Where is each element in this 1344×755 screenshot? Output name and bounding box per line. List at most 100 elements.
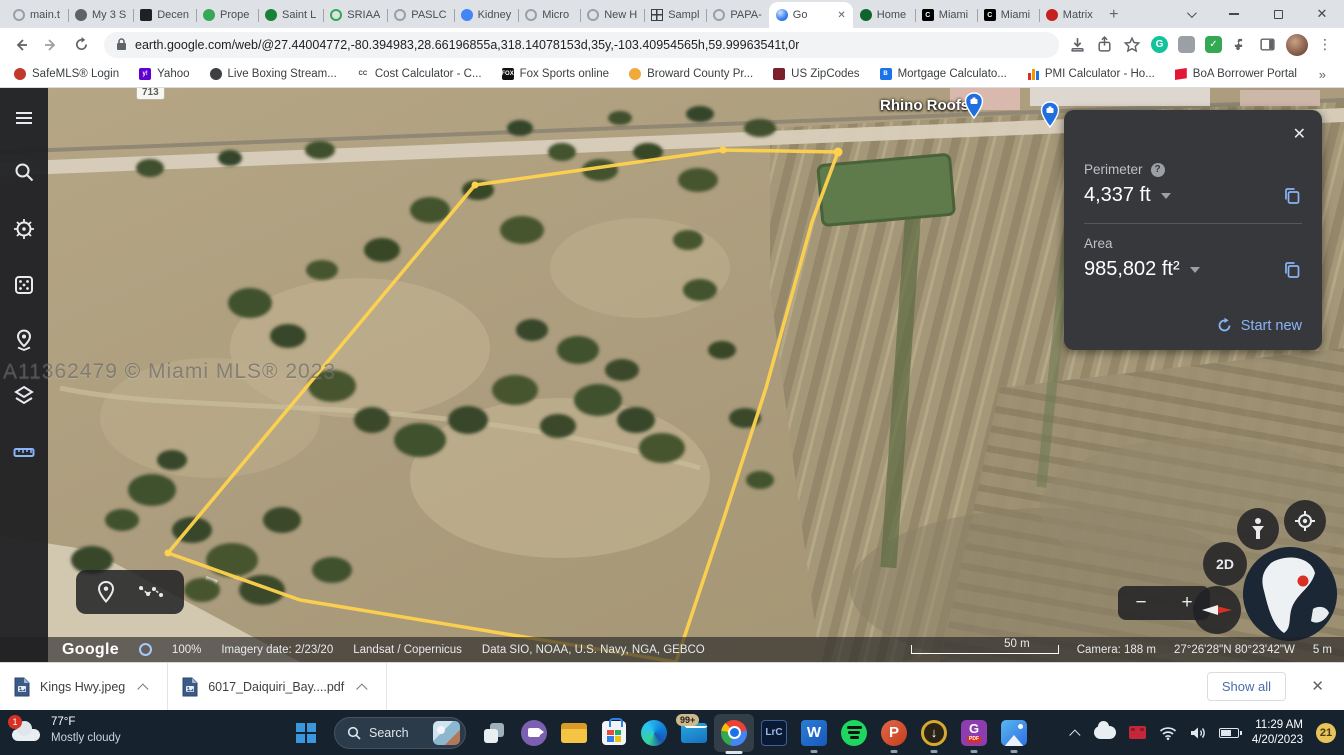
downloader-button[interactable]: ↓ xyxy=(914,710,954,755)
copy-icon[interactable] xyxy=(1282,186,1302,206)
projects-pin-icon[interactable] xyxy=(12,328,36,352)
tab-search-icon[interactable] xyxy=(1168,0,1212,28)
panel-close-icon[interactable]: ✕ xyxy=(1293,124,1306,144)
zoom-out-button[interactable]: − xyxy=(1118,592,1164,614)
maximize-button[interactable] xyxy=(1256,0,1300,28)
browser-tab[interactable]: Home ✕ xyxy=(853,2,915,28)
copy-icon[interactable] xyxy=(1282,260,1302,280)
search-icon[interactable] xyxy=(12,160,36,184)
edge-button[interactable] xyxy=(634,710,674,755)
battery-icon[interactable] xyxy=(1219,728,1239,738)
side-panel-icon[interactable] xyxy=(1259,36,1276,53)
globe-overview-button[interactable] xyxy=(1243,547,1337,641)
start-new-button[interactable]: Start new xyxy=(1216,317,1302,334)
browser-tab[interactable]: New H ✕ xyxy=(580,2,644,28)
browser-tab[interactable]: Matrix ✕ xyxy=(1039,2,1101,28)
recorder-tray-icon[interactable] xyxy=(1129,726,1146,739)
grammarly-extension-icon[interactable]: G xyxy=(1151,36,1168,53)
compass-button[interactable] xyxy=(1193,586,1241,634)
file-explorer-button[interactable] xyxy=(554,710,594,755)
show-all-downloads-button[interactable]: Show all xyxy=(1207,672,1286,701)
bookmark-item[interactable]: PMI Calculator - Ho... xyxy=(1027,68,1155,80)
browser-tab[interactable]: main.t ✕ xyxy=(6,2,68,28)
browser-tab[interactable]: Decen ✕ xyxy=(133,2,196,28)
start-button[interactable] xyxy=(286,710,326,755)
address-bar[interactable]: earth.google.com/web/@27.44004772,-80.39… xyxy=(104,32,1059,58)
word-button[interactable]: W xyxy=(794,710,834,755)
lightroom-button[interactable]: LrC xyxy=(754,710,794,755)
browser-tab[interactable]: Micro ✕ xyxy=(518,2,580,28)
bookmark-item[interactable]: y! Yahoo xyxy=(139,68,189,80)
pdf-app-button[interactable]: GPDF xyxy=(954,710,994,755)
browser-tab[interactable]: PASLC ✕ xyxy=(387,2,453,28)
volume-icon[interactable] xyxy=(1190,726,1206,740)
chat-button[interactable] xyxy=(514,710,554,755)
notification-count-badge[interactable]: 21 xyxy=(1316,723,1336,743)
wifi-icon[interactable] xyxy=(1159,726,1177,740)
new-tab-button[interactable]: + xyxy=(1101,2,1127,28)
browser-tab[interactable]: SRIAA ✕ xyxy=(323,2,387,28)
powerpoint-button[interactable]: P xyxy=(874,710,914,755)
bookmark-item[interactable]: B Mortgage Calculato... xyxy=(880,68,1007,80)
browser-tab[interactable]: Prope ✕ xyxy=(196,2,258,28)
taskbar-search-box[interactable]: Search xyxy=(334,717,466,749)
mail-button[interactable]: 99+ xyxy=(674,710,714,755)
my-location-button[interactable] xyxy=(1284,500,1326,542)
business-pin-icon[interactable] xyxy=(1040,101,1060,128)
close-button[interactable]: ✕ xyxy=(1300,0,1344,28)
map-style-layers-icon[interactable] xyxy=(12,384,36,408)
minimize-button[interactable] xyxy=(1212,0,1256,28)
tray-clock[interactable]: 11:29 AM 4/20/2023 xyxy=(1252,718,1303,748)
downloads-bar-close-icon[interactable]: ✕ xyxy=(1311,677,1324,695)
measure-ruler-icon[interactable] xyxy=(12,440,36,464)
tab-close-icon[interactable]: ✕ xyxy=(837,10,845,21)
browser-tab[interactable]: Kidney ✕ xyxy=(454,2,519,28)
earth-map-viewport[interactable]: A11362479 © Miami MLS® 2023 713 Rhino Ro… xyxy=(0,88,1344,662)
browser-tab[interactable]: C Miami ✕ xyxy=(915,2,977,28)
bing-daily-image[interactable] xyxy=(433,721,460,745)
download-page-icon[interactable] xyxy=(1069,36,1086,53)
back-button[interactable] xyxy=(8,32,34,58)
unit-dropdown-icon[interactable] xyxy=(1161,193,1171,199)
bookmark-item[interactable]: CC Cost Calculator - C... xyxy=(357,68,482,80)
bookmark-item[interactable]: US ZipCodes xyxy=(773,68,859,80)
profile-avatar[interactable] xyxy=(1286,34,1308,56)
microsoft-store-button[interactable] xyxy=(594,710,634,755)
browser-tab[interactable]: C Miami ✕ xyxy=(977,2,1039,28)
2d-mode-button[interactable]: 2D xyxy=(1203,542,1247,586)
add-placemark-icon[interactable] xyxy=(96,580,116,604)
bookmark-star-icon[interactable] xyxy=(1123,36,1141,54)
onedrive-icon[interactable] xyxy=(1094,726,1116,739)
browser-tab[interactable]: My 3 S ✕ xyxy=(68,2,133,28)
menu-icon[interactable] xyxy=(12,106,36,130)
bookmark-item[interactable]: SafeMLS® Login xyxy=(14,68,119,80)
draw-path-icon[interactable] xyxy=(138,582,164,602)
chrome-button[interactable] xyxy=(714,714,754,752)
forward-button[interactable] xyxy=(38,32,64,58)
bookmarks-overflow-icon[interactable]: » xyxy=(1319,67,1330,82)
voyager-icon[interactable] xyxy=(12,217,36,241)
task-view-button[interactable] xyxy=(474,710,514,755)
feeling-lucky-dice-icon[interactable] xyxy=(12,273,36,297)
extensions-puzzle-icon[interactable] xyxy=(1232,36,1249,53)
bookmark-item[interactable]: FOX Fox Sports online xyxy=(502,68,610,80)
reload-button[interactable] xyxy=(68,32,94,58)
extension-icon[interactable] xyxy=(1178,36,1195,53)
bookmark-item[interactable]: BoA Borrower Portal xyxy=(1175,68,1297,80)
download-item[interactable]: 6017_Daiquiri_Bay....pdf xyxy=(168,663,386,710)
checkmark-extension-icon[interactable]: ✓ xyxy=(1205,36,1222,53)
pegman-streetview-button[interactable] xyxy=(1237,508,1279,550)
download-item[interactable]: Kings Hwy.jpeg xyxy=(0,663,167,710)
spotify-button[interactable] xyxy=(834,710,874,755)
weather-widget[interactable]: 1 77°F Mostly cloudy xyxy=(10,715,121,746)
download-menu-icon[interactable] xyxy=(356,683,367,694)
browser-tab[interactable]: Saint L ✕ xyxy=(258,2,323,28)
tray-overflow-icon[interactable] xyxy=(1069,729,1080,740)
help-icon[interactable]: ? xyxy=(1151,163,1165,177)
browser-tab[interactable]: PAPA- ✕ xyxy=(706,2,768,28)
browser-tab[interactable]: Go ✕ xyxy=(769,2,853,28)
place-label[interactable]: Rhino Roofs xyxy=(880,97,969,114)
unit-dropdown-icon[interactable] xyxy=(1190,267,1200,273)
browser-tab[interactable]: Sampl ✕ xyxy=(644,2,706,28)
download-menu-icon[interactable] xyxy=(137,683,148,694)
